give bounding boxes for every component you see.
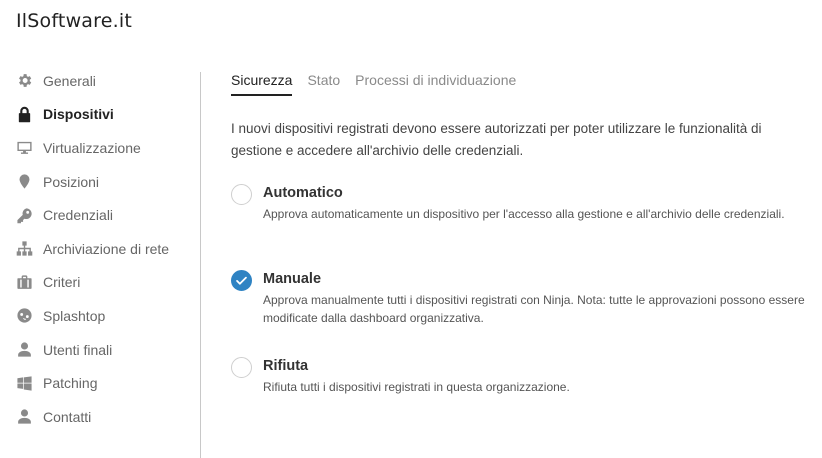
option-title: Manuale [263,271,322,287]
sidebar-item-label: Credenziali [43,207,114,224]
checkmark-icon [236,276,247,285]
user-icon [15,341,33,359]
site-title: IlSoftware.it [16,10,133,32]
sidebar-item-dispositivi[interactable]: Dispositivi [0,98,200,132]
sidebar-item-label: Virtualizzazione [43,139,141,156]
sidebar-item-label: Contatti [43,408,92,425]
monitor-icon [15,139,33,157]
network-icon [15,240,33,258]
sidebar-item-label: Splashtop [43,307,106,324]
option-title: Automatico [263,185,343,201]
option-description: Approva manualmente tutti i dispositivi … [263,293,805,325]
sidebar-item-posizioni[interactable]: Posizioni [0,165,200,199]
sidebar-item-label: Generali [43,72,96,89]
option-description: Approva automaticamente un dispositivo p… [263,207,785,221]
sidebar-item-patching[interactable]: Patching [0,366,200,400]
sidebar-divider [200,72,201,458]
sidebar-item-generali[interactable]: Generali [0,64,200,98]
sidebar-item-label: Archiviazione di rete [43,240,170,257]
radio-manuale[interactable] [231,270,252,291]
gear-icon [15,72,33,90]
sidebar-item-utenti-finali[interactable]: Utenti finali [0,333,200,367]
tab-stato[interactable]: Stato [307,72,340,96]
sidebar-item-label: Utenti finali [43,341,113,358]
splashtop-icon [15,307,33,325]
windows-icon [15,374,33,392]
option-description: Rifiuta tutti i dispositivi registrati i… [263,380,570,394]
briefcase-icon [15,273,33,291]
map-pin-icon [15,173,33,191]
tab-processi-di-individuazione[interactable]: Processi di individuazione [355,72,516,96]
tab-sicurezza[interactable]: Sicurezza [231,72,293,96]
settings-sidebar: Generali Dispositivi Virtualizzazione Po… [0,64,200,434]
lock-icon [15,105,33,123]
sidebar-item-label: Posizioni [43,173,100,190]
intro-text: I nuovi dispositivi registrati devono es… [231,121,762,158]
sidebar-item-contatti[interactable]: Contatti [0,400,200,434]
sidebar-item-label: Patching [43,375,98,392]
sidebar-item-criteri[interactable]: Criteri [0,266,200,300]
tab-bar: Sicurezza Stato Processi di individuazio… [231,72,531,96]
sidebar-item-label: Criteri [43,274,81,291]
sidebar-item-credenziali[interactable]: Credenziali [0,198,200,232]
option-title: Rifiuta [263,358,309,374]
sidebar-item-splashtop[interactable]: Splashtop [0,299,200,333]
sidebar-item-archiviazione-di-rete[interactable]: Archiviazione di rete [0,232,200,266]
sidebar-item-label: Dispositivi [43,106,114,123]
sidebar-item-virtualizzazione[interactable]: Virtualizzazione [0,131,200,165]
key-icon [15,206,33,224]
radio-rifiuta[interactable] [231,357,252,378]
radio-automatico[interactable] [231,184,252,205]
contact-icon [15,408,33,426]
